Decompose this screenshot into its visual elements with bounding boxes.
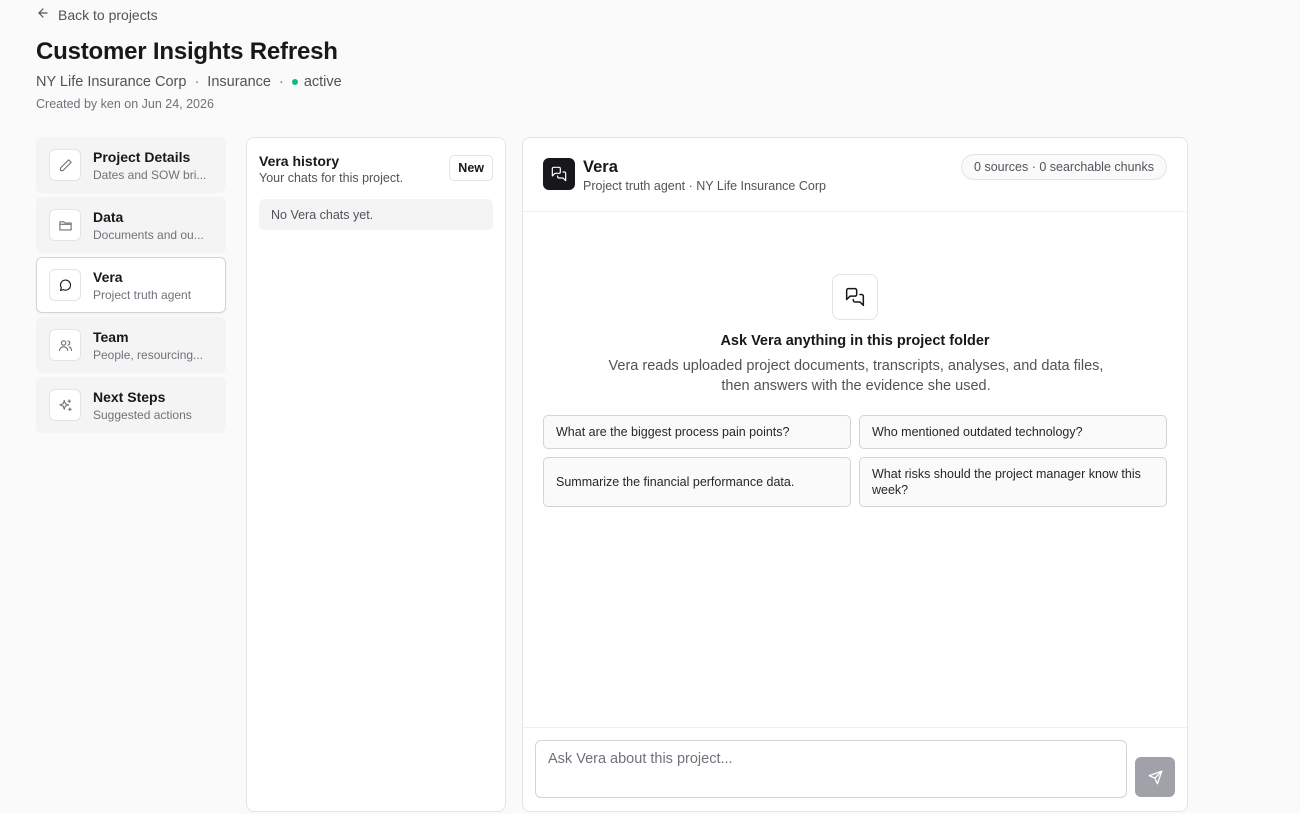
suggested-prompt-button[interactable]: Summarize the financial performance data… bbox=[543, 457, 851, 507]
suggested-prompt-button[interactable]: What are the biggest process pain points… bbox=[543, 415, 851, 449]
chat-input[interactable] bbox=[535, 740, 1127, 798]
sidebar-item-title: Data bbox=[93, 208, 124, 225]
sidebar-item-vera[interactable]: Vera Project truth agent bbox=[36, 257, 226, 313]
sidebar-item-subtitle: People, resourcing... bbox=[93, 347, 204, 362]
sidebar-item-subtitle: Project truth agent bbox=[93, 287, 192, 302]
status-dot-icon bbox=[291, 79, 298, 85]
empty-state-title: Ask Vera anything in this project folder bbox=[720, 333, 990, 349]
meta-separator: · bbox=[278, 74, 284, 90]
sidebar-item-title: Next Steps bbox=[93, 388, 166, 405]
suggested-prompt-button[interactable]: What risks should the project manager kn… bbox=[859, 457, 1167, 507]
new-chat-button[interactable]: New bbox=[449, 155, 493, 181]
sidebar-item-team[interactable]: Team People, resourcing... bbox=[36, 317, 226, 373]
sidebar-item-subtitle: Documents and ou... bbox=[93, 227, 204, 242]
client-name: NY Life Insurance Corp bbox=[36, 74, 187, 90]
chat-composer bbox=[523, 727, 1187, 811]
messages-icon bbox=[551, 166, 567, 182]
back-to-projects-link[interactable]: Back to projects bbox=[36, 6, 158, 23]
sidebar-item-title: Team bbox=[93, 328, 129, 345]
agent-subtitle: Project truth agent · NY Life Insurance … bbox=[583, 179, 826, 193]
messages-icon bbox=[832, 274, 878, 320]
chat-header: Vera Project truth agent · NY Life Insur… bbox=[523, 138, 1187, 212]
history-title: Vera history bbox=[259, 153, 340, 169]
sidebar-item-subtitle: Suggested actions bbox=[93, 407, 192, 422]
status-badge: active bbox=[291, 74, 342, 90]
sidebar-item-data[interactable]: Data Documents and ou... bbox=[36, 197, 226, 253]
empty-state-description: Vera reads uploaded project documents, t… bbox=[608, 358, 1104, 394]
history-empty-state: No Vera chats yet. bbox=[259, 199, 493, 230]
vera-avatar bbox=[543, 158, 575, 190]
send-icon bbox=[1148, 770, 1163, 785]
folder-icon bbox=[49, 209, 81, 241]
send-button[interactable] bbox=[1135, 757, 1175, 797]
created-info: Created by ken on Jun 24, 2026 bbox=[36, 97, 214, 111]
arrow-left-icon bbox=[36, 6, 50, 23]
sidebar-item-subtitle: Dates and SOW bri... bbox=[93, 167, 207, 182]
vera-history-panel: Vera history Your chats for this project… bbox=[246, 137, 506, 812]
project-sidebar: Project Details Dates and SOW bri... Dat… bbox=[36, 137, 226, 433]
vera-chat-panel: Vera Project truth agent · NY Life Insur… bbox=[522, 137, 1188, 812]
sidebar-item-title: Project Details bbox=[93, 148, 191, 165]
project-meta: NY Life Insurance Corp · Insurance · act… bbox=[36, 74, 342, 90]
suggested-prompt-button[interactable]: Who mentioned outdated technology? bbox=[859, 415, 1167, 449]
chat-bubble-icon bbox=[49, 269, 81, 301]
status-label: active bbox=[303, 74, 342, 90]
history-subtitle: Your chats for this project. bbox=[259, 171, 404, 185]
users-icon bbox=[49, 329, 81, 361]
industry-label: Insurance bbox=[207, 74, 271, 90]
page-title: Customer Insights Refresh bbox=[36, 38, 338, 65]
sources-badge: 0 sources · 0 searchable chunks bbox=[961, 154, 1167, 180]
sidebar-item-project-details[interactable]: Project Details Dates and SOW bri... bbox=[36, 137, 226, 193]
meta-separator: · bbox=[194, 74, 200, 90]
sidebar-item-next-steps[interactable]: Next Steps Suggested actions bbox=[36, 377, 226, 433]
agent-name: Vera bbox=[583, 158, 618, 176]
suggested-prompts: What are the biggest process pain points… bbox=[543, 415, 1167, 507]
back-link-label: Back to projects bbox=[58, 6, 158, 23]
pencil-icon bbox=[49, 149, 81, 181]
sidebar-item-title: Vera bbox=[93, 268, 123, 285]
sparkles-icon bbox=[49, 389, 81, 421]
